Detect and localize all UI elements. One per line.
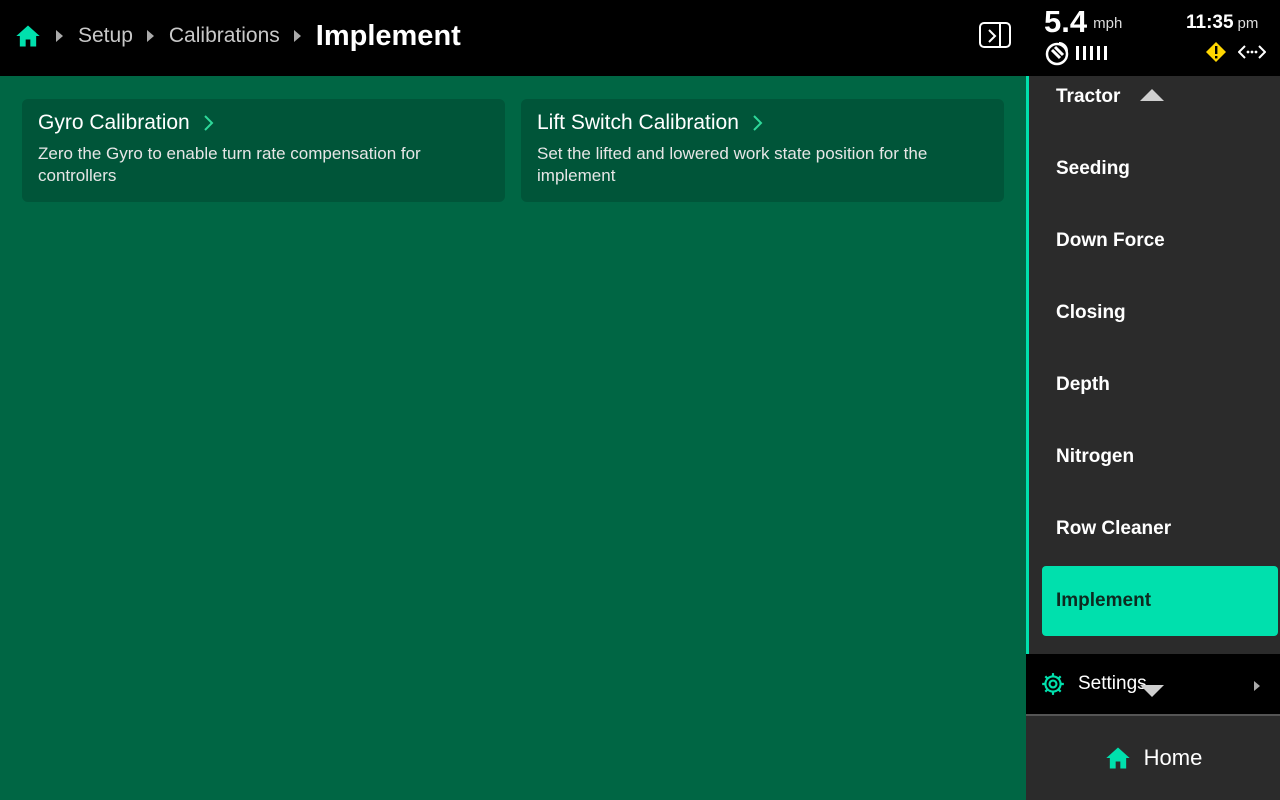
breadcrumb-separator-icon	[56, 29, 66, 43]
breadcrumb-separator-icon	[293, 29, 304, 43]
sidebar-item-implement[interactable]: Implement	[1042, 566, 1278, 636]
sidebar-item-label: Nitrogen	[1056, 446, 1135, 467]
home-button-label: Home	[1143, 745, 1203, 770]
main-content: Gyro Calibration Zero the Gyro to enable…	[0, 76, 1026, 800]
card-title-text: Lift Switch Calibration	[537, 111, 739, 134]
home-icon[interactable]	[14, 22, 42, 50]
breadcrumb-calibrations[interactable]: Calibrations	[169, 24, 280, 48]
gyro-calibration-card[interactable]: Gyro Calibration Zero the Gyro to enable…	[22, 99, 505, 202]
gear-icon	[1040, 671, 1066, 697]
card-title-text: Gyro Calibration	[38, 111, 190, 134]
clock-ampm: pm	[1237, 15, 1259, 32]
lift-switch-calibration-card[interactable]: Lift Switch Calibration Set the lifted a…	[521, 99, 1004, 202]
sidebar-item-depth[interactable]: Depth	[1042, 350, 1278, 420]
sidebar-item-label: Row Cleaner	[1056, 518, 1172, 539]
card-description: Zero the Gyro to enable turn rate compen…	[38, 144, 421, 185]
settings-label: Settings	[1078, 673, 1147, 694]
chevron-right-icon	[1254, 678, 1260, 696]
card-description: Set the lifted and lowered work state po…	[537, 144, 928, 185]
scroll-down-icon[interactable]	[1140, 684, 1164, 703]
card-title: Lift Switch Calibration	[537, 111, 988, 135]
sidebar-item-label: Closing	[1056, 302, 1126, 323]
speed-unit: mph	[1093, 15, 1123, 32]
sidebar-item-label: Down Force	[1056, 230, 1165, 251]
panel-toggle-icon[interactable]	[979, 22, 1011, 48]
page-title: Implement	[315, 19, 461, 52]
card-title: Gyro Calibration	[38, 111, 489, 135]
chevron-right-icon	[202, 114, 214, 132]
sidebar-accent-rail	[1026, 76, 1029, 654]
sidebar-item-closing[interactable]: Closing	[1042, 278, 1278, 348]
sidebar-item-row-cleaner[interactable]: Row Cleaner	[1042, 494, 1278, 564]
sidebar-item-label: Implement	[1056, 590, 1152, 611]
speed-readout: 5.4 mph	[1044, 4, 1122, 40]
sidebar-item-label: Depth	[1056, 374, 1110, 395]
sidebar-item-nitrogen[interactable]: Nitrogen	[1042, 422, 1278, 492]
sidebar-item-seeding[interactable]: Seeding	[1042, 134, 1278, 204]
sidebar-item-label: Tractor	[1056, 86, 1121, 107]
speed-value: 5.4	[1044, 4, 1088, 39]
sidebar-item-down-force[interactable]: Down Force	[1042, 206, 1278, 276]
breadcrumb: Setup Calibrations Implement	[14, 0, 461, 72]
home-icon	[1104, 744, 1132, 772]
sidebar-item-label: Seeding	[1056, 158, 1130, 179]
breadcrumb-separator-icon	[146, 29, 157, 43]
breadcrumb-setup[interactable]: Setup	[78, 24, 133, 48]
clock-time: 11:35	[1186, 12, 1234, 33]
home-button[interactable]: Home	[1026, 716, 1280, 800]
clock: 11:35 pm	[1186, 12, 1258, 34]
scroll-up-icon[interactable]	[1140, 88, 1164, 107]
chevron-right-icon	[751, 114, 763, 132]
